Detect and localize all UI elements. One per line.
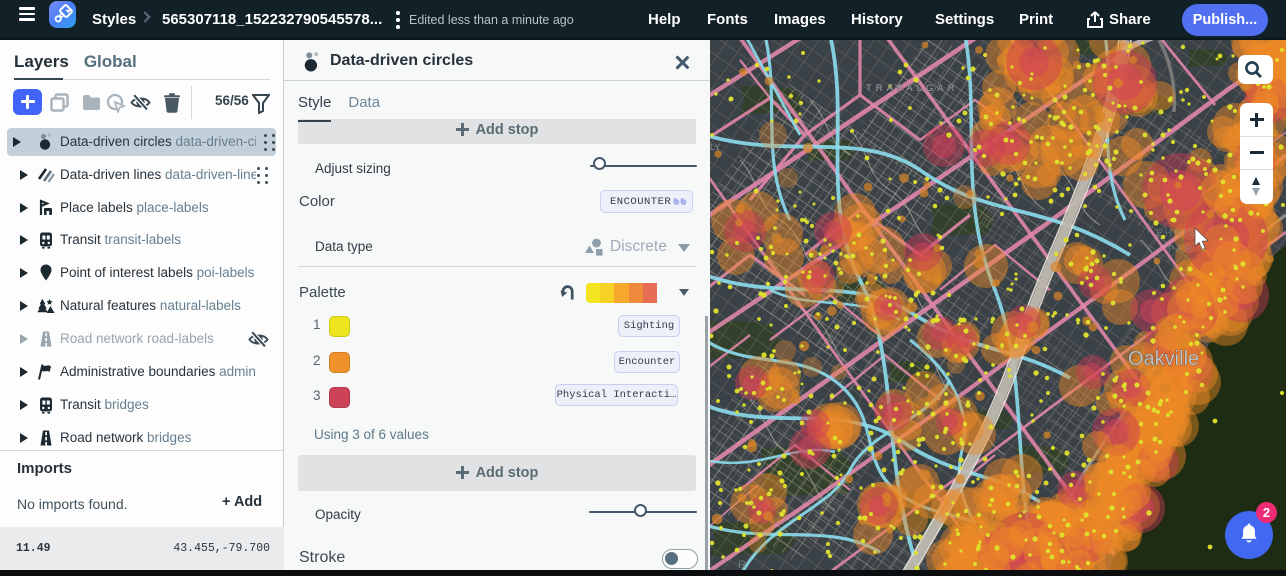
svg-text:EHNIS: EHNIS — [1156, 228, 1197, 239]
svg-text:PAR: PAR — [1168, 244, 1194, 255]
svg-text:Oakville: Oakville — [1128, 348, 1199, 370]
svg-text:TRAFALGAR: TRAFALGAR — [866, 83, 959, 94]
svg-text:LY: LY — [710, 142, 720, 152]
